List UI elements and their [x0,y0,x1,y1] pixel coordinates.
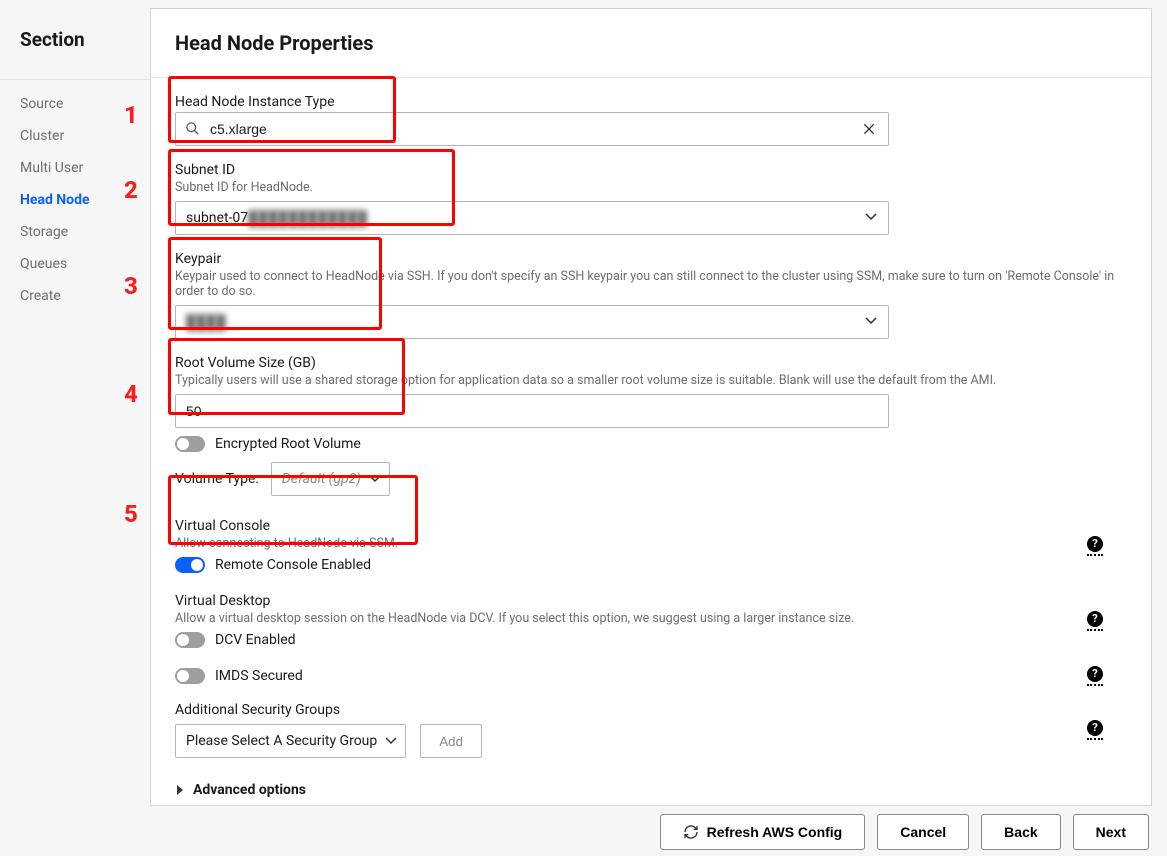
label-remote-console: Remote Console Enabled [215,557,371,573]
hint-root-volume: Typically users will use a shared storag… [175,373,1125,388]
hint-subnet: Subnet ID for HeadNode. [175,180,1127,195]
chevron-down-icon [865,213,877,221]
properties-panel: Head Node Properties Head Node Instance … [150,8,1152,806]
field-encrypted: Encrypted Root Volume [175,436,1127,452]
label-root-volume: Root Volume Size (GB) [175,355,1127,371]
security-group-select[interactable]: Please Select A Security Group [175,724,406,758]
remote-console-toggle[interactable] [175,557,205,573]
help-underline [1087,629,1103,631]
sidebar-title: Section [20,28,150,51]
dcv-toggle[interactable] [175,632,205,648]
label-encrypted: Encrypted Root Volume [215,436,361,452]
field-volume-type: Volume Type: Default (gp2) [175,462,1127,496]
subnet-value-redacted: ████████████ [248,210,367,227]
root-volume-input[interactable] [175,394,889,428]
field-root-volume: Root Volume Size (GB) Typically users wi… [175,355,1127,428]
label-dcv: DCV Enabled [215,632,296,648]
label-virtual-console: Virtual Console [175,518,1127,534]
subnet-value-prefix: subnet-07 [186,210,248,226]
label-advanced: Advanced options [193,782,306,798]
chevron-down-icon [369,475,381,483]
help-underline [1087,554,1103,556]
sidebar-item-head-node[interactable]: Head Node [20,184,150,216]
field-keypair: Keypair Keypair used to connect to HeadN… [175,251,1127,339]
refresh-icon [683,824,699,840]
field-subnet: Subnet ID Subnet ID for HeadNode. subnet… [175,162,1127,235]
label-keypair: Keypair [175,251,1127,267]
field-imds: IMDS Secured ? [175,668,1127,684]
add-security-group-button[interactable]: Add [420,724,482,758]
sidebar-item-create[interactable]: Create [20,280,150,312]
hint-virtual-desktop: Allow a virtual desktop session on the H… [175,611,1075,626]
label-subnet: Subnet ID [175,162,1127,178]
back-button[interactable]: Back [981,814,1060,850]
help-icon[interactable]: ? [1087,611,1103,627]
main: Head Node Properties Head Node Instance … [150,0,1167,808]
sidebar-item-cluster[interactable]: Cluster [20,120,150,152]
help-icon[interactable]: ? [1087,720,1103,736]
sidebar-item-multi-user[interactable]: Multi User [20,152,150,184]
imds-toggle[interactable] [175,668,205,684]
label-security-groups: Additional Security Groups [175,702,1127,718]
footer: Refresh AWS Config Cancel Back Next [0,808,1167,856]
sidebar-item-queues[interactable]: Queues [20,248,150,280]
security-group-placeholder: Please Select A Security Group [186,733,377,749]
instance-type-input[interactable] [175,112,889,146]
subnet-select[interactable]: subnet-07████████████ [175,201,889,235]
volume-type-select[interactable]: Default (gp2) [271,462,390,496]
label-imds: IMDS Secured [215,668,303,684]
help-underline [1087,738,1103,740]
sidebar-item-storage[interactable]: Storage [20,216,150,248]
search-icon [185,121,200,136]
help-icon[interactable]: ? [1087,536,1103,552]
keypair-select[interactable]: ████ [175,305,889,339]
chevron-down-icon [865,317,877,325]
cancel-button[interactable]: Cancel [877,814,969,850]
refresh-config-button[interactable]: Refresh AWS Config [660,814,866,850]
help-icon[interactable]: ? [1087,666,1103,682]
field-virtual-console: Virtual Console Allow connecting to Head… [175,518,1127,573]
page-title: Head Node Properties [175,31,1127,55]
refresh-label: Refresh AWS Config [707,824,843,840]
hint-virtual-console: Allow connecting to HeadNode via SSM. [175,536,1127,551]
label-instance-type: Head Node Instance Type [175,94,1127,110]
clear-icon[interactable] [861,121,877,137]
label-volume-type: Volume Type: [175,471,259,487]
next-button[interactable]: Next [1073,814,1149,850]
label-virtual-desktop: Virtual Desktop [175,593,1127,609]
divider [0,79,150,80]
keypair-value-redacted: ████ [186,314,226,331]
field-security-groups: Additional Security Groups Please Select… [175,702,1127,758]
volume-type-value: Default (gp2) [282,471,361,487]
chevron-down-icon [385,737,397,745]
encrypted-toggle[interactable] [175,436,205,452]
help-underline [1087,684,1103,686]
advanced-options-toggle[interactable]: Advanced options [175,782,1127,798]
field-virtual-desktop: Virtual Desktop Allow a virtual desktop … [175,593,1127,648]
caret-right-icon [175,784,185,796]
hint-keypair: Keypair used to connect to HeadNode via … [175,269,1125,299]
field-instance-type: Head Node Instance Type [175,94,1127,146]
sidebar-item-source[interactable]: Source [20,88,150,120]
sidebar: Section Source Cluster Multi User Head N… [0,0,150,808]
